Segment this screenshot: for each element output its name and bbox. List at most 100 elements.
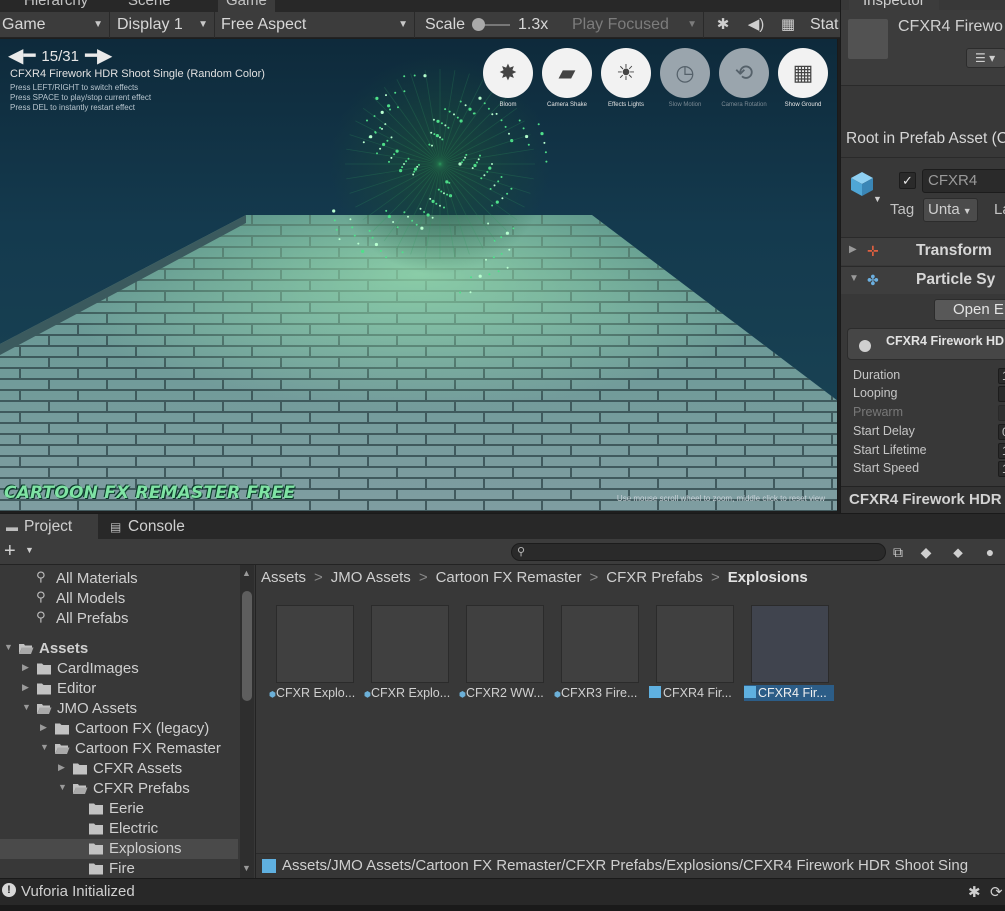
prop-duration-field[interactable]: 1: [998, 368, 1005, 384]
project-search-input[interactable]: ⚲: [511, 543, 886, 561]
chevron-down-icon[interactable]: ▼: [25, 545, 34, 555]
folder-tree-item[interactable]: ▶ CFXR Assets: [0, 759, 238, 779]
chevron-right-icon[interactable]: ▶: [58, 762, 65, 773]
chevron-down-icon[interactable]: ▼: [58, 782, 67, 792]
breadcrumb-item[interactable]: Assets: [261, 569, 306, 586]
show-ground-toggle[interactable]: ▦ Show Ground: [778, 48, 828, 109]
stats-button[interactable]: Stat: [810, 12, 838, 38]
inspector-preview-bar[interactable]: CFXR4 Firework HDR: [841, 486, 1005, 513]
asset-thumbnail: [466, 605, 544, 683]
folder-open-icon: [55, 744, 70, 754]
light-bulb-icon: ☀: [601, 48, 651, 98]
folder-tree-item[interactable]: ▶ Editor: [0, 679, 238, 699]
saved-search-item[interactable]: ⚲ All Materials: [0, 569, 238, 589]
folder-tree-item[interactable]: Eerie: [0, 799, 238, 819]
chevron-down-icon: ▼: [687, 19, 697, 30]
saved-search-item[interactable]: ⚲ All Prefabs: [0, 609, 238, 629]
grid-icon[interactable]: ▦: [777, 15, 799, 35]
folder-tree-item[interactable]: ▼ Cartoon FX Remaster: [0, 739, 238, 759]
breadcrumb-current[interactable]: Explosions: [728, 569, 808, 586]
chevron-down-icon[interactable]: ▼: [22, 702, 31, 712]
refresh-icon[interactable]: ⟳: [990, 883, 1003, 901]
particle-system-module-header[interactable]: CFXR4 Firework HD: [847, 328, 1005, 360]
active-checkbox[interactable]: ✓: [899, 172, 916, 189]
tree-scrollbar[interactable]: ▲ ▼: [240, 565, 254, 878]
camera-shake-toggle-label: Camera Shake: [546, 102, 588, 108]
folder-tree-item[interactable]: ▼ JMO Assets: [0, 699, 238, 719]
breadcrumb-item[interactable]: CFXR Prefabs: [606, 569, 703, 586]
game-toolbar: Game ▼ Display 1 ▼ Free Aspect ▼ Scale 1…: [0, 12, 840, 38]
saved-search-item[interactable]: ⚲ All Models: [0, 589, 238, 609]
particle-prefab-icon: ⬢: [459, 690, 466, 699]
tree-item-label: CFXR Prefabs: [93, 780, 190, 797]
prop-start-lifetime-field[interactable]: 1: [998, 443, 1005, 459]
tab-inspector[interactable]: Inspector: [849, 0, 939, 10]
speaker-icon[interactable]: ◀): [745, 15, 767, 35]
component-transform-header[interactable]: ▶ ✛ Transform: [841, 237, 1005, 265]
bug-report-icon[interactable]: ✱: [968, 883, 981, 901]
aspect-dropdown[interactable]: Free Aspect ▼: [219, 12, 415, 38]
prev-effect-icon[interactable]: ◀━: [8, 46, 35, 66]
open-editor-button[interactable]: Open E: [934, 299, 1005, 321]
slow-motion-toggle[interactable]: ◷ Slow Motion: [660, 48, 710, 109]
hidden-packages-icon[interactable]: ●: [979, 542, 1001, 562]
folder-icon: [37, 683, 51, 695]
top-tab-strip: Hierarchy Scene Game: [0, 0, 840, 12]
game-view[interactable]: ◀━ 15/31 ━▶ CFXR4 Firework HDR Shoot Sin…: [0, 39, 838, 511]
folder-tree-item[interactable]: Explosions: [0, 839, 238, 859]
camera-shake-toggle[interactable]: ▰ Camera Shake: [542, 48, 592, 109]
scroll-down-icon[interactable]: ▼: [242, 863, 251, 873]
breadcrumb-item[interactable]: Cartoon FX Remaster: [436, 569, 582, 586]
bug-icon[interactable]: ✱: [712, 15, 734, 35]
chevron-right-icon: >: [589, 569, 599, 586]
prop-start-speed-field[interactable]: 1: [998, 461, 1005, 477]
status-message[interactable]: Vuforia Initialized: [21, 883, 135, 900]
gameobject-name-field[interactable]: CFXR4: [922, 169, 1005, 193]
scroll-up-icon[interactable]: ▲: [242, 568, 251, 578]
open-window-icon[interactable]: ⧉: [887, 542, 909, 562]
folder-icon: [73, 763, 87, 775]
chevron-down-icon[interactable]: ▼: [40, 742, 49, 752]
prop-start-lifetime-label: Start Lifetime: [853, 443, 927, 457]
inspector-menu-icon[interactable]: ☰ ▾: [966, 48, 1005, 68]
prop-start-delay-field[interactable]: 0: [998, 424, 1005, 440]
breadcrumb-item[interactable]: JMO Assets: [331, 569, 411, 586]
tab-game[interactable]: Game: [218, 0, 275, 12]
display-dropdown[interactable]: Display 1 ▼: [115, 12, 215, 38]
tab-console[interactable]: ▤ Console: [104, 514, 204, 540]
chevron-down-icon[interactable]: ▼: [4, 642, 13, 652]
tab-project[interactable]: ▬ Project: [0, 514, 98, 540]
prop-looping-checkbox[interactable]: [998, 386, 1005, 402]
tab-hierarchy[interactable]: Hierarchy: [24, 0, 88, 12]
chevron-right-icon[interactable]: ▶: [40, 722, 47, 733]
chevron-down-icon[interactable]: ▼: [873, 194, 882, 204]
tab-scene[interactable]: Scene: [128, 0, 171, 12]
folder-tree-item[interactable]: Electric: [0, 819, 238, 839]
filter-by-type-icon[interactable]: ◆: [915, 542, 937, 562]
tag-dropdown[interactable]: Unta ▼: [923, 198, 978, 222]
next-effect-icon[interactable]: ━▶: [85, 46, 112, 66]
effects-lights-toggle[interactable]: ☀ Effects Lights: [601, 48, 651, 109]
chevron-right-icon[interactable]: ▶: [22, 682, 29, 693]
particle-prefab-icon: ⬢: [554, 690, 561, 699]
prop-prewarm-checkbox[interactable]: [998, 405, 1005, 421]
tree-item-label: Eerie: [109, 800, 145, 817]
play-mode-dropdown[interactable]: Play Focused ▼: [570, 12, 704, 38]
add-asset-button[interactable]: +: [4, 540, 16, 563]
folder-tree-item[interactable]: ▶ Cartoon FX (legacy): [0, 719, 238, 739]
folder-tree-item[interactable]: ▼ CFXR Prefabs: [0, 779, 238, 799]
chevron-right-icon[interactable]: ▶: [22, 662, 29, 673]
tree-item-label: All Models: [56, 590, 126, 607]
component-particle-system-header[interactable]: ▼ ✤ Particle Sy: [841, 266, 1005, 294]
scale-slider-handle[interactable]: [472, 18, 485, 31]
module-toggle-icon[interactable]: [859, 340, 871, 352]
folder-tree-item[interactable]: Fire: [0, 859, 238, 878]
asset-browser: Assets > JMO Assets > Cartoon FX Remaster > CF…: [256, 565, 1005, 853]
camera-rotation-toggle[interactable]: ⟲ Camera Rotation: [719, 48, 769, 109]
folder-tree-item[interactable]: ▼ Assets: [0, 639, 238, 659]
bloom-toggle[interactable]: ✸ Bloom: [483, 48, 533, 109]
filter-by-label-icon[interactable]: ⬥: [947, 542, 969, 562]
folder-tree-item[interactable]: ▶ CardImages: [0, 659, 238, 679]
scrollbar-thumb[interactable]: [242, 591, 252, 701]
game-mode-dropdown[interactable]: Game ▼: [0, 12, 110, 38]
